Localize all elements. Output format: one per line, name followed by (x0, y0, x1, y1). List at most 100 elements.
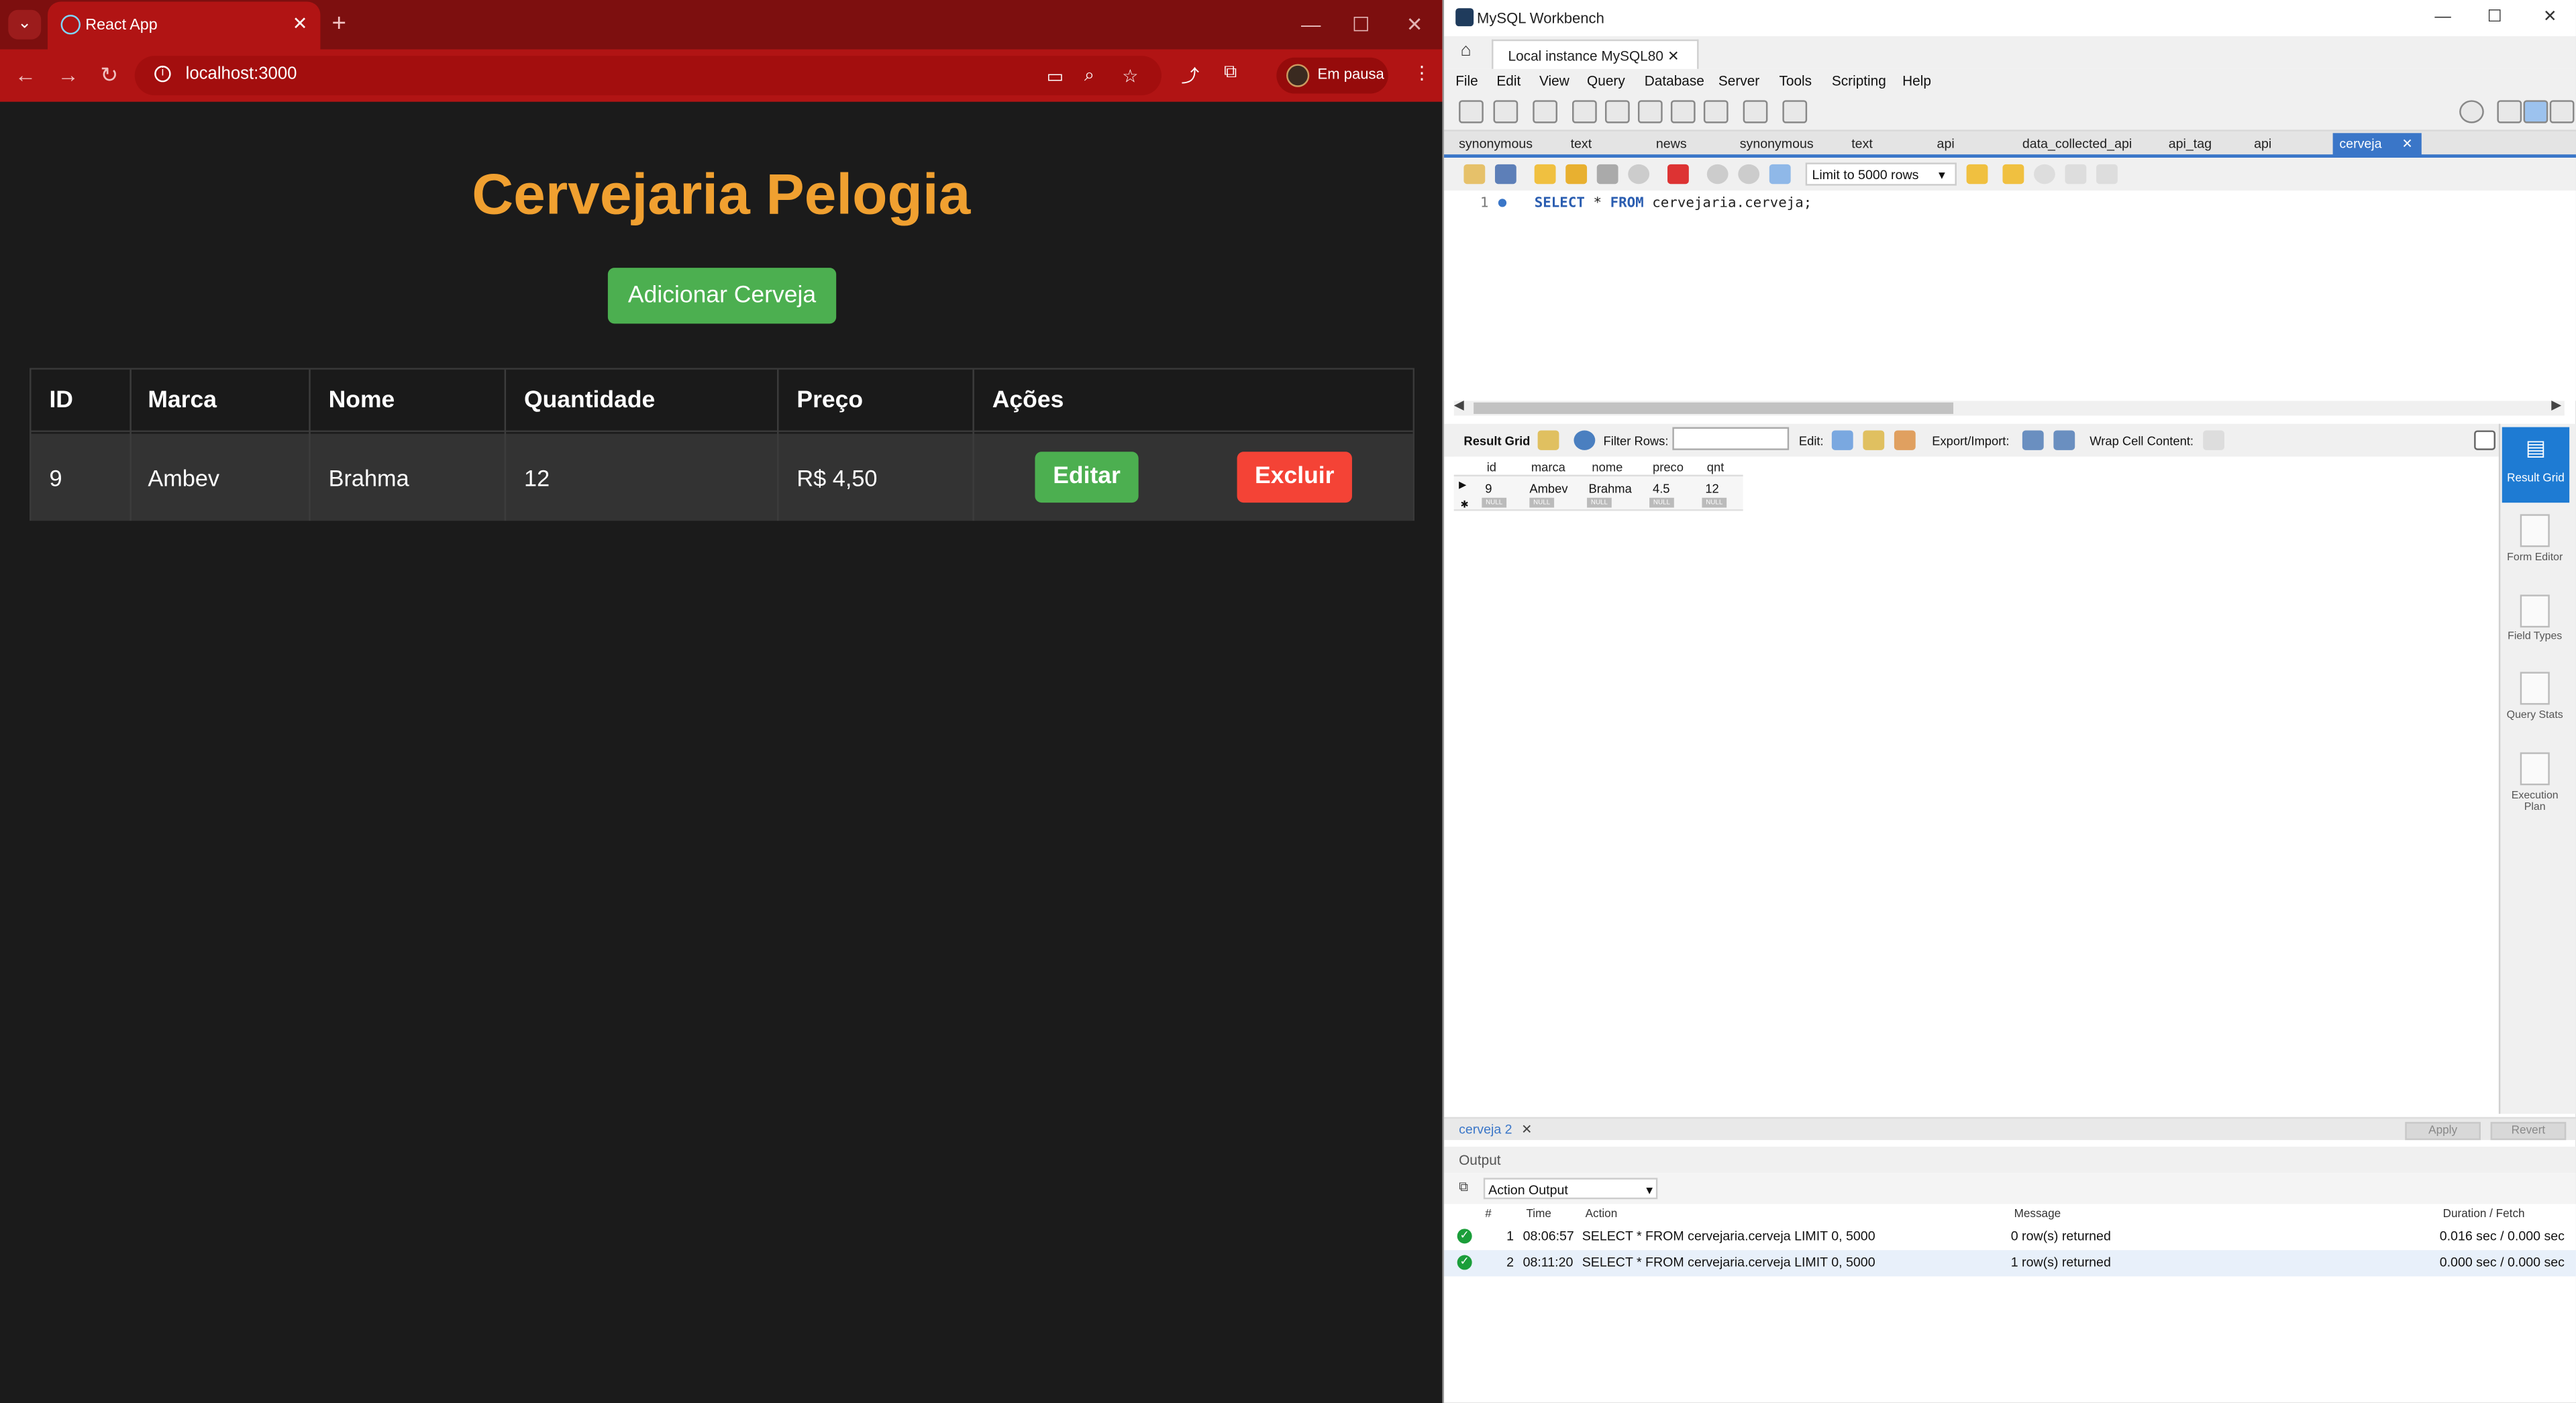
toggle-sidebar-icon[interactable] (2497, 100, 2522, 123)
reload-icon[interactable]: ↻ (100, 62, 118, 89)
query-tab[interactable]: api (2254, 136, 2271, 151)
tab-search-button[interactable]: ⌄ (8, 9, 42, 40)
export-icon[interactable] (2022, 430, 2044, 450)
invisible-chars-icon[interactable] (2065, 164, 2087, 185)
grid-col-qnt[interactable]: qnt (1707, 460, 1724, 475)
panel-label[interactable]: Execution Plan (2500, 790, 2569, 813)
settings-icon[interactable] (2459, 100, 2484, 123)
result-grid-panel-button[interactable]: ▤ Result Grid (2502, 427, 2570, 503)
execution-plan-icon[interactable] (2520, 752, 2550, 786)
result-tab[interactable]: cerveja 2 (1459, 1122, 1512, 1137)
query-tab[interactable]: text (1571, 136, 1592, 151)
extensions-icon[interactable]: ⧉ (1224, 62, 1237, 84)
query-tab-active[interactable]: cerveja ✕ (2332, 133, 2422, 158)
null-badge[interactable]: NULL (1702, 497, 1727, 508)
menu-query[interactable]: Query (1587, 72, 1625, 89)
close-window-button[interactable]: ✕ (1406, 13, 1423, 36)
wb-close-button[interactable]: ✕ (2543, 8, 2557, 26)
connection-tab[interactable]: Local instance MySQL80 ✕ (1492, 39, 1699, 69)
menu-server[interactable]: Server (1718, 72, 1759, 89)
panel-label[interactable]: Query Stats (2500, 710, 2569, 721)
wb-maximize-button[interactable]: ☐ (2487, 8, 2502, 26)
url-text[interactable]: localhost:3000 (186, 64, 297, 83)
query-tab[interactable]: news (1656, 136, 1687, 151)
create-procedure-icon[interactable] (1670, 100, 1696, 123)
refresh-icon[interactable] (1574, 430, 1596, 450)
save-icon[interactable] (1494, 164, 1516, 185)
panel-toggle-icon[interactable] (2474, 430, 2495, 450)
forward-icon[interactable]: → (58, 62, 79, 87)
output-type-select[interactable]: Action Output ▾ (1483, 1178, 1658, 1200)
sql-code[interactable]: SELECT * FROM cervejaria.cerveja; (1535, 195, 1812, 211)
query-tab[interactable]: api_tag (2169, 136, 2212, 151)
revert-button[interactable]: Revert (2490, 1122, 2567, 1141)
browser-tab[interactable]: React App ✕ (48, 1, 321, 50)
menu-tools[interactable]: Tools (1780, 72, 1812, 89)
home-icon[interactable]: ⌂ (1461, 41, 1472, 60)
result-grid[interactable]: id marca nome preco qnt ▶ 9 Ambev Brahma… (1453, 456, 2499, 1114)
grid-col-id[interactable]: id (1487, 460, 1496, 475)
create-function-icon[interactable] (1703, 100, 1729, 123)
query-tab[interactable]: api (1937, 136, 1955, 151)
site-info-icon[interactable]: i (154, 65, 171, 83)
wrap-cell-icon[interactable] (2203, 430, 2224, 450)
scroll-right-icon[interactable]: ▶ (2551, 397, 2561, 412)
cast-icon[interactable]: ▭ (1047, 66, 1064, 87)
scrollbar-thumb[interactable] (1474, 402, 1954, 414)
execute-current-icon[interactable] (1565, 164, 1588, 185)
create-schema-icon[interactable] (1572, 100, 1597, 123)
execute-icon[interactable] (1534, 164, 1556, 185)
filter-rows-input[interactable] (1672, 427, 1790, 450)
toggle-panel-icon[interactable] (2549, 100, 2575, 123)
menu-help[interactable]: Help (1902, 72, 1931, 89)
create-table-icon[interactable] (1604, 100, 1630, 123)
profile-button[interactable]: Em pausa (1276, 57, 1388, 94)
back-icon[interactable]: ← (15, 62, 36, 87)
beautify-icon[interactable] (2002, 164, 2024, 185)
tab-close-icon[interactable]: ✕ (293, 13, 308, 34)
delete-row-icon[interactable] (1894, 430, 1916, 450)
open-file-icon[interactable] (1463, 164, 1486, 185)
connection-close-icon[interactable]: ✕ (1667, 48, 1679, 66)
limit-rows-select[interactable]: Limit to 5000 rows ▾ (1805, 162, 1957, 186)
menu-edit[interactable]: Edit (1496, 72, 1521, 89)
reconnect-icon[interactable] (1782, 100, 1808, 123)
query-stats-icon[interactable] (2520, 672, 2550, 705)
editor-scrollbar[interactable]: ◀ ▶ (1453, 397, 2565, 416)
result-tab-close-icon[interactable]: ✕ (1521, 1122, 1532, 1137)
tab-close-icon[interactable]: ✕ (2402, 136, 2412, 151)
new-sql-tab-icon[interactable] (1459, 100, 1484, 123)
autocommit-icon[interactable] (1769, 164, 1791, 185)
grid-cell[interactable]: Ambev (1529, 481, 1567, 496)
grid-cell[interactable]: 12 (1705, 481, 1718, 496)
scroll-left-icon[interactable]: ◀ (1454, 397, 1464, 412)
grid-icon[interactable] (1537, 430, 1559, 450)
new-tab-button[interactable]: + (332, 10, 346, 38)
rollback-icon[interactable] (1738, 164, 1760, 185)
apply-button[interactable]: Apply (2405, 1122, 2481, 1141)
import-icon[interactable] (2053, 430, 2075, 450)
explain-icon[interactable] (1596, 164, 1618, 185)
null-badge[interactable]: NULL (1587, 497, 1612, 508)
null-badge[interactable]: NULL (1529, 497, 1555, 508)
search-table-icon[interactable] (1743, 100, 1768, 123)
address-bar[interactable]: i localhost:3000 ▭ ⌕ ☆ (134, 56, 1162, 96)
grid-col-preco[interactable]: preco (1653, 460, 1684, 475)
grid-cell[interactable]: Brahma (1589, 481, 1632, 496)
zoom-icon[interactable]: ⌕ (1084, 66, 1094, 87)
create-view-icon[interactable] (1637, 100, 1663, 123)
null-badge[interactable]: NULL (1649, 497, 1674, 508)
stop-icon[interactable] (1628, 164, 1650, 185)
panel-label[interactable]: Field Types (2500, 631, 2569, 642)
insert-row-icon[interactable] (1863, 430, 1885, 450)
toggle-output-icon[interactable] (2523, 100, 2548, 123)
sql-editor[interactable]: 1 SELECT * FROM cervejaria.cerveja; (1444, 191, 2576, 401)
menu-view[interactable]: View (1539, 72, 1569, 89)
menu-scripting[interactable]: Scripting (1832, 72, 1886, 89)
panel-label[interactable]: Form Editor (2500, 552, 2569, 564)
query-tab[interactable]: synonymous (1459, 136, 1533, 151)
delete-button[interactable]: Excluir (1237, 452, 1352, 503)
edit-row-icon[interactable] (1831, 430, 1853, 450)
menu-file[interactable]: File (1455, 72, 1478, 89)
pdf-icon[interactable]: ⤴ (1181, 62, 1199, 89)
